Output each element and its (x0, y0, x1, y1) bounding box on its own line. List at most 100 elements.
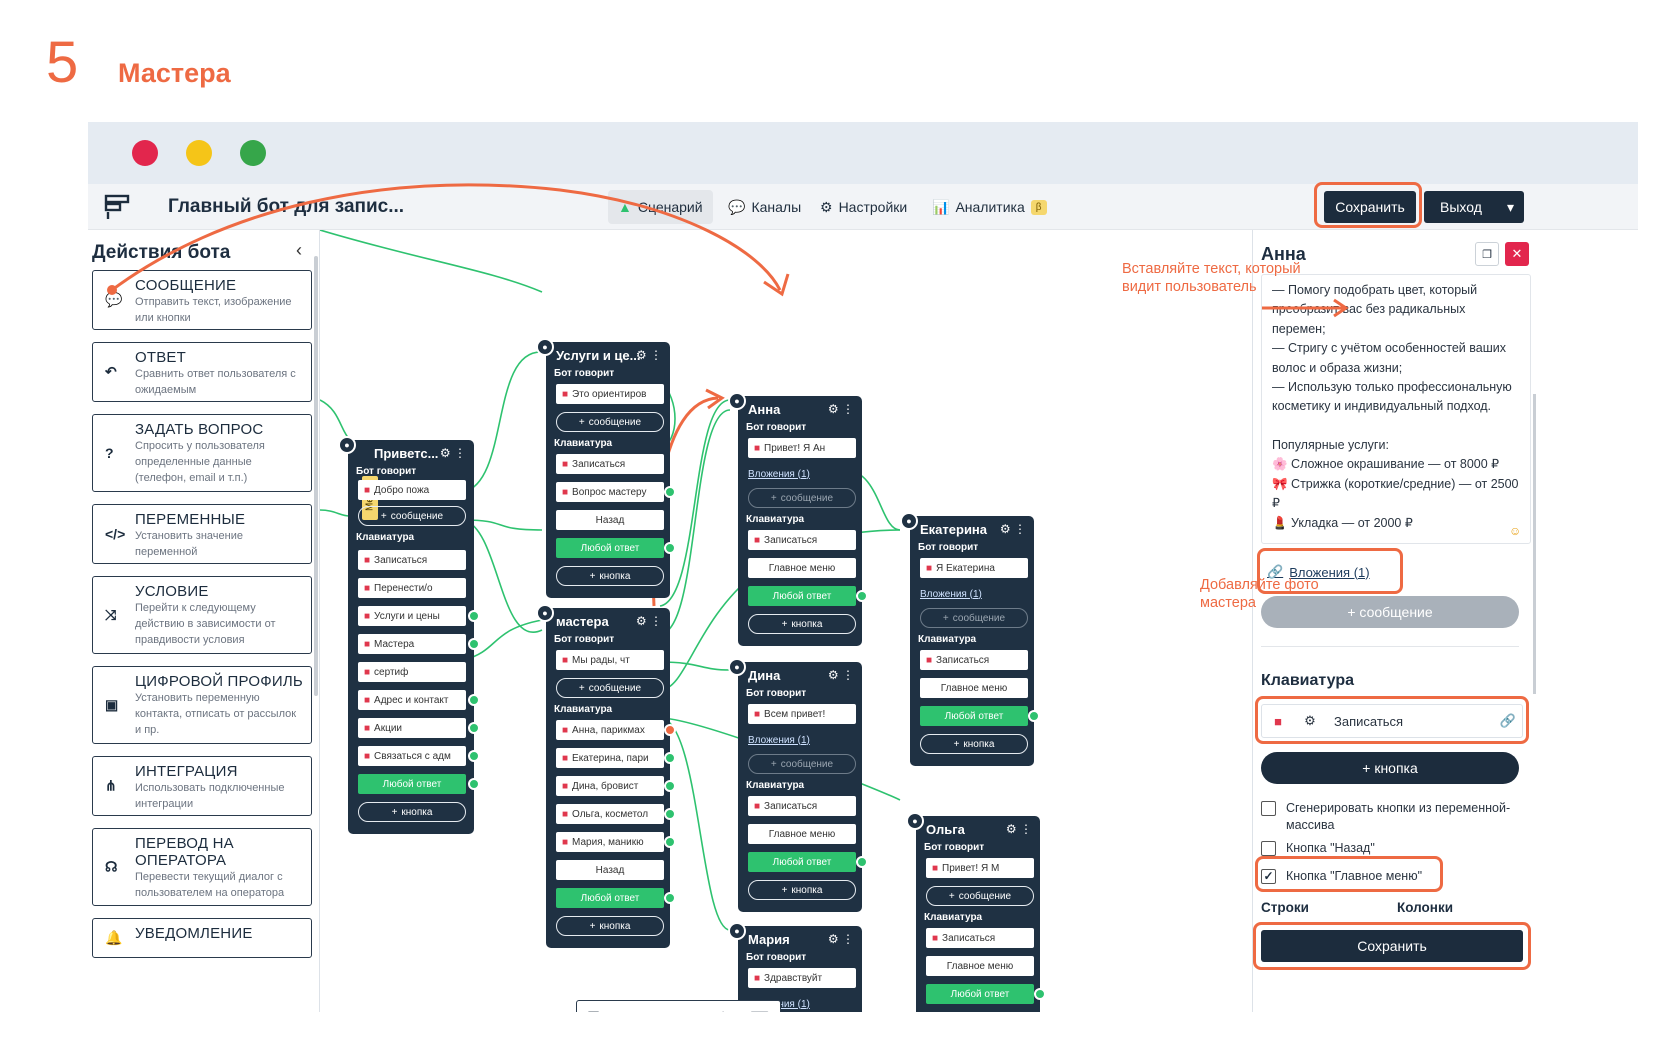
add-message-button[interactable]: + сообщение (556, 412, 664, 432)
button-row[interactable]: ■ Связаться с адм (358, 746, 466, 766)
gear-icon[interactable]: ⚙ ⋮ (828, 402, 854, 416)
bot-title[interactable]: Главный бот для запис... (168, 196, 404, 218)
gear-icon[interactable]: ⚙ ⋮ (828, 932, 854, 946)
button-row[interactable]: ■ Записаться (926, 928, 1034, 948)
message-row[interactable]: ■ Добро пожа (358, 480, 466, 500)
attachments-link[interactable]: Вложения (1) (748, 730, 856, 750)
gear-icon[interactable]: ⚙ ⋮ (440, 446, 466, 460)
output-port[interactable] (468, 722, 480, 734)
action-message[interactable]: 💬 СООБЩЕНИЕ Отправить текст, изображение и… (92, 270, 312, 330)
add-button[interactable]: + кнопка (748, 614, 856, 634)
generate-buttons-checkbox[interactable]: Сгенерировать кнопки из переменной-масси… (1261, 800, 1521, 834)
button-row[interactable]: ■ Екатерина, пари (556, 748, 664, 768)
output-port[interactable] (468, 750, 480, 762)
message-row[interactable]: ■ Всем привет! (748, 704, 856, 724)
any-answer-row[interactable]: Любой ответ (556, 888, 664, 908)
minimize-dot[interactable] (186, 140, 212, 166)
action-notification[interactable]: 🔔 УВЕДОМЛЕНИЕ (92, 918, 312, 958)
button-row[interactable]: ■ Мастера (358, 634, 466, 654)
button-row[interactable]: ■ Записаться (748, 796, 856, 816)
button-row[interactable]: ■ Записаться (920, 650, 1028, 670)
tree-icon[interactable]: ⋔ (717, 1009, 729, 1013)
any-answer-row[interactable]: Любой ответ (358, 774, 466, 794)
add-button[interactable]: + кнопка (556, 916, 664, 936)
message-row[interactable]: ■ Это ориентиров (556, 384, 664, 404)
main-menu-row[interactable]: Главное меню (748, 824, 856, 844)
gear-icon[interactable]: ⚙ ⋮ (1006, 822, 1032, 836)
add-message-button[interactable]: + сообщение (358, 506, 466, 526)
node-olga[interactable]: ● Ольга ⚙ ⋮ Бот говорит ■ Привет! Я М + с… (906, 812, 1046, 1012)
back-button-checkbox[interactable]: Кнопка "Назад" (1261, 840, 1375, 857)
maximize-dot[interactable] (240, 140, 266, 166)
app-logo-icon[interactable] (104, 194, 130, 220)
copy-icon[interactable]: ❐ (1475, 242, 1499, 266)
scenario-canvas[interactable]: ● Menu Приветс... ⚙ ⋮ Бот говорит ■Добро… (320, 230, 1252, 1012)
node-anna[interactable]: ● Анна ⚙ ⋮ Бот говорит ■ Привет! Я Ан Вло… (728, 392, 868, 646)
back-button-row[interactable]: Назад (556, 510, 664, 530)
add-button[interactable]: + кнопка (920, 734, 1028, 754)
button-row[interactable]: ■ сертиф (358, 662, 466, 682)
tab-analytics[interactable]: 📊 Аналитика β (922, 190, 1057, 224)
add-button[interactable]: + кнопка (358, 802, 466, 822)
sidebar-scrollbar[interactable] (314, 256, 318, 696)
redo-icon[interactable]: ↷ (653, 1009, 665, 1013)
tab-scenario[interactable]: ▲ Сценарий (608, 190, 713, 224)
node-privet[interactable]: ● Menu Приветс... ⚙ ⋮ Бот говорит ■Добро… (338, 436, 480, 834)
button-row[interactable]: ■ Вопрос мастеру (556, 482, 664, 502)
list-icon[interactable]: ☰ (587, 1009, 600, 1013)
gear-icon[interactable]: ⚙ ⋮ (636, 614, 662, 628)
button-row[interactable]: ■ Анна, парикмах (556, 720, 664, 740)
action-variables[interactable]: </> ПЕРЕМЕННЫЕ Установить значение перемен… (92, 504, 312, 564)
action-digital-profile[interactable]: ▣ ЦИФРОВОЙ ПРОФИЛЬ Установить переменную к… (92, 666, 312, 744)
add-message-button[interactable]: + сообщение (748, 754, 856, 774)
action-question[interactable]: ? ЗАДАТЬ ВОПРОС Спросить у пользователя оп… (92, 414, 312, 492)
undo-icon[interactable]: ↶ (620, 1009, 632, 1013)
any-answer-row[interactable]: Любой ответ (748, 586, 856, 606)
button-row[interactable]: ■ Акции (358, 718, 466, 738)
node-ekaterina[interactable]: ● Екатерина ⚙ ⋮ Бот говорит ■ Я Екатерина… (900, 512, 1040, 766)
gear-icon[interactable]: ⚙ ⋮ (828, 668, 854, 682)
action-answer[interactable]: ↶ ОТВЕТ Сравнить ответ пользователя с ожид… (92, 342, 312, 402)
add-message-button[interactable]: + сообщение (556, 678, 664, 698)
emoji-icon[interactable]: ☺ (1509, 524, 1521, 538)
output-port[interactable] (468, 694, 480, 706)
main-menu-row[interactable]: Главное меню (926, 956, 1034, 976)
message-row[interactable]: ■ Здравствуйт (748, 968, 856, 988)
button-row[interactable]: ■ Записаться (358, 550, 466, 570)
main-menu-row[interactable]: Главное меню (748, 558, 856, 578)
output-port[interactable] (468, 610, 480, 622)
add-message-button[interactable]: + сообщение (926, 886, 1034, 906)
any-answer-row[interactable]: Любой ответ (556, 538, 664, 558)
button-row[interactable]: ■ Адрес и контакт (358, 690, 466, 710)
node-mastera[interactable]: ● мастера ⚙ ⋮ Бот говорит ■ Мы рады, чт +… (536, 604, 676, 948)
any-answer-row[interactable]: Любой ответ (748, 852, 856, 872)
attachments-link[interactable]: Вложения (1) (748, 464, 856, 484)
button-row[interactable]: ■ Перенести/о (358, 578, 466, 598)
any-answer-row[interactable]: Любой ответ (920, 706, 1028, 726)
button-row[interactable]: ■ Дина, бровист (556, 776, 664, 796)
add-button[interactable]: + кнопка (556, 566, 664, 586)
add-keyboard-button[interactable]: + кнопка (1261, 752, 1519, 784)
node-dina[interactable]: ● Дина ⚙ ⋮ Бот говорит ■ Всем привет! Вло… (728, 658, 868, 912)
fit-icon[interactable]: ⊠ (685, 1009, 697, 1013)
collapse-icon[interactable]: ‹ (296, 240, 302, 261)
any-answer-row[interactable]: Любой ответ (926, 984, 1034, 1004)
panel-scrollbar[interactable] (1533, 394, 1536, 694)
exit-button[interactable]: Выход ▾ (1424, 191, 1524, 223)
tab-settings[interactable]: ⚙ Настройки (810, 190, 917, 224)
add-message-button[interactable]: + сообщение (920, 608, 1028, 628)
action-operator[interactable]: ☊ ПЕРЕВОД НА ОПЕРАТОРА Перевести текущий д… (92, 828, 312, 906)
back-button-row[interactable]: Назад (556, 860, 664, 880)
message-text-editor[interactable]: — Помогу подобрать цвет, который преобра… (1261, 274, 1531, 544)
message-row[interactable]: ■ Мы рады, чт (556, 650, 664, 670)
message-row[interactable]: ■ Привет! Я Ан (748, 438, 856, 458)
button-row[interactable]: ■ Записаться (748, 530, 856, 550)
attachments-link[interactable]: Вложения (1) (920, 584, 1028, 604)
gear-icon[interactable]: ⚙ ⋮ (636, 348, 662, 362)
add-button[interactable]: + кнопка (748, 880, 856, 900)
button-row[interactable]: ■ Записаться (556, 454, 664, 474)
button-row[interactable]: ■ Ольга, косметол (556, 804, 664, 824)
output-port[interactable] (468, 778, 480, 790)
node-uslugi[interactable]: ● Услуги и це... ⚙ ⋮ Бот говорит ■ Это ор… (536, 338, 676, 598)
main-menu-row[interactable]: Главное меню (920, 678, 1028, 698)
